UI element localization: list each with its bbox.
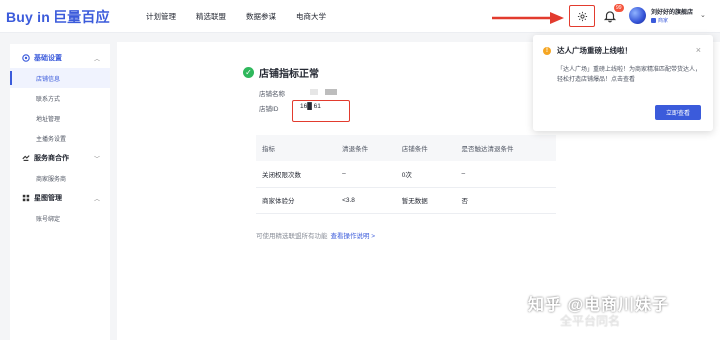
note-text: 可使用精选联盟所有功能	[256, 233, 328, 240]
table-row: 商家体验分 <3.8 暂无数据 否	[256, 187, 556, 214]
sidebar-item-anchor-settings[interactable]: 主播务设置	[10, 128, 110, 148]
sidebar-item-merchant-service[interactable]: 商家服务商	[10, 168, 110, 188]
sidebar: 基础设置 ︿ 店铺信息 联系方式 地址管理 主播务设置 服务商合作 ﹀ 商家服务…	[10, 44, 110, 340]
sidebar-section-label: 服务商合作	[34, 155, 69, 162]
info-icon: !	[543, 46, 551, 55]
nav-data-advisor[interactable]: 数据参谋	[246, 11, 276, 22]
watermark-secondary: 全平台同名	[560, 314, 621, 328]
sidebar-item-contact[interactable]: 联系方式	[10, 88, 110, 108]
chevron-down-icon[interactable]: ⌄	[700, 11, 706, 19]
col-header: 指标	[256, 135, 337, 161]
table-cell: –	[455, 161, 556, 188]
table-header-row: 指标 清退条件 店铺条件 是否触达清退条件	[256, 135, 556, 161]
logo[interactable]: Buy in 巨量百应	[6, 7, 110, 27]
indicator-table: 指标 清退条件 店铺条件 是否触达清退条件 关闭权限次数 – 0次 – 商家体验…	[256, 135, 556, 214]
grid-icon	[22, 194, 30, 202]
status-text: 店铺指标正常	[259, 69, 319, 80]
top-bar: Buy in 巨量百应 计划管理 精选联盟 数据参谋 电商大学 99 刘好好的旗舰…	[0, 0, 720, 33]
account-name[interactable]: 刘好好的旗舰店	[651, 7, 693, 16]
notification-badge: 99	[614, 4, 624, 12]
col-header: 店铺条件	[395, 135, 456, 161]
sidebar-section-xingtu[interactable]: 星图管理 ︿	[10, 188, 110, 208]
redacted-block	[325, 89, 337, 95]
sidebar-item-address[interactable]: 地址管理	[10, 108, 110, 128]
sidebar-section-label: 星图管理	[34, 195, 62, 202]
avatar[interactable]	[629, 7, 646, 24]
close-icon[interactable]: ×	[696, 45, 701, 55]
table-cell: –	[336, 161, 396, 188]
logo-cn: 巨量百应	[52, 9, 110, 25]
sidebar-section-label: 基础设置	[34, 55, 62, 62]
account-tag: 商家	[651, 17, 668, 24]
col-header: 是否触达清退条件	[455, 135, 556, 161]
check-circle-icon: ✓	[243, 67, 254, 78]
gear-icon[interactable]	[577, 11, 588, 22]
nav-selected-alliance[interactable]: 精选联盟	[196, 11, 226, 22]
settings-circle-icon	[22, 54, 30, 62]
popup-title: ! 达人广场重磅上线啦！	[543, 45, 632, 56]
chevron-down-icon: ﹀	[93, 156, 100, 163]
sidebar-section-basic-settings[interactable]: 基础设置 ︿	[10, 48, 110, 68]
nav-ecommerce-university[interactable]: 电商大学	[296, 11, 326, 22]
merchant-icon	[651, 18, 656, 23]
settings-highlight-box[interactable]	[569, 5, 595, 27]
shop-id-value: 16█ 61	[300, 103, 321, 110]
col-header: 清退条件	[336, 135, 396, 161]
chevron-up-icon: ︿	[93, 196, 100, 203]
operation-guide-link[interactable]: 查看操作说明 >	[331, 233, 376, 240]
sidebar-item-shop-info[interactable]: 店铺信息	[10, 68, 110, 88]
table-cell: 否	[455, 187, 556, 214]
logo-latin: Buy in	[6, 9, 50, 25]
shop-status: ✓ 店铺指标正常	[243, 65, 319, 80]
sidebar-section-service-partner[interactable]: 服务商合作 ﹀	[10, 148, 110, 168]
table-cell: 暂无数据	[395, 187, 456, 214]
shop-name-label: 店铺名称	[259, 91, 285, 98]
table-cell: <3.8	[336, 187, 396, 214]
handshake-icon	[22, 154, 30, 162]
table-cell: 关闭权限次数	[256, 161, 337, 188]
top-nav: 计划管理 精选联盟 数据参谋 电商大学	[146, 11, 346, 22]
annotation-arrow	[492, 12, 564, 24]
popup-body: 「达人广场」重磅上线啦！为商家精准匹配带货达人，轻松打造店铺爆品！点击查看	[557, 67, 702, 83]
permission-note: 可使用精选联盟所有功能 查看操作说明 >	[256, 230, 375, 240]
chevron-up-icon: ︿	[93, 56, 100, 63]
shop-id-label: 店铺ID	[259, 106, 279, 113]
announcement-popup: ! 达人广场重磅上线啦！ × 「达人广场」重磅上线啦！为商家精准匹配带货达人，轻…	[533, 35, 713, 131]
table-cell: 0次	[395, 161, 456, 188]
popup-title-text: 达人广场重磅上线啦！	[557, 46, 632, 55]
table-cell: 商家体验分	[256, 187, 337, 214]
sidebar-item-account-binding[interactable]: 账号绑定	[10, 208, 110, 228]
account-tag-label: 商家	[658, 18, 669, 24]
nav-plan-management[interactable]: 计划管理	[146, 11, 176, 22]
view-now-button[interactable]: 立即查看	[655, 105, 701, 120]
redacted-block	[310, 89, 318, 95]
table-row: 关闭权限次数 – 0次 –	[256, 161, 556, 188]
